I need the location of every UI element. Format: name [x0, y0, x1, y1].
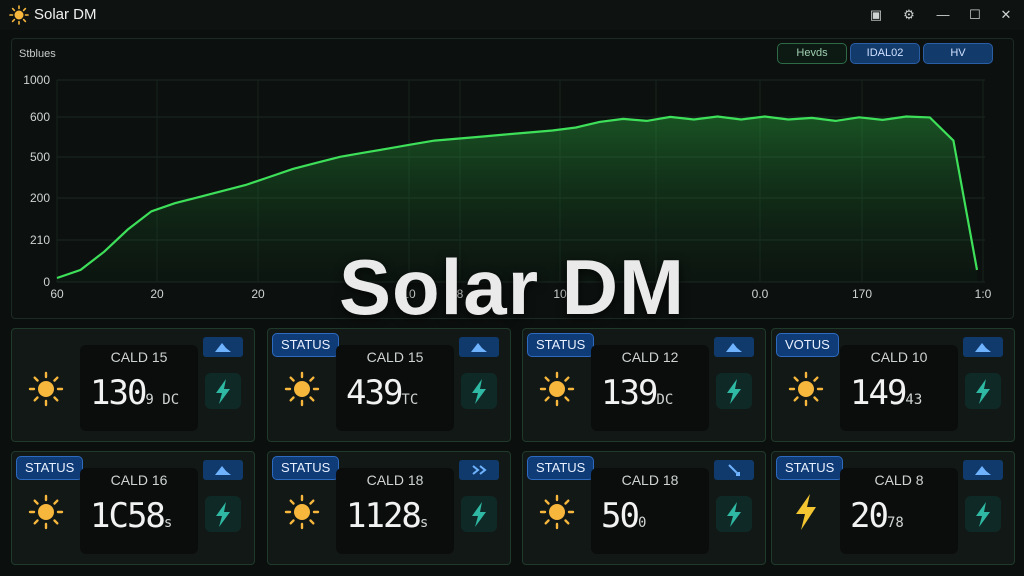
status-badge[interactable]: STATUS [776, 456, 844, 480]
bolt-icon[interactable] [205, 496, 241, 532]
readout-value: 439TC [346, 373, 419, 413]
readout-panel: CALD 15 439TC [336, 345, 454, 431]
status-badge[interactable]: STATUS [16, 456, 84, 480]
readout-suffix: 0 [637, 515, 647, 531]
bolt-icon [796, 494, 816, 530]
sun-icon [539, 371, 575, 407]
readout-suffix: 78 [886, 515, 904, 531]
trend-icon[interactable] [963, 337, 1003, 357]
readout-value: 500 [601, 496, 647, 536]
sun-icon [539, 494, 575, 530]
readout-value: 1309 DC [90, 373, 180, 413]
device-card[interactable]: STATUS CALD 16 1C58s [11, 451, 255, 565]
bolt-icon[interactable] [461, 373, 497, 409]
cald-label: CALD 16 [110, 472, 168, 488]
device-card[interactable]: CALD 15 1309 DC [11, 328, 255, 442]
device-card[interactable]: VOTUS CALD 10 14943 [771, 328, 1015, 442]
bolt-icon[interactable] [965, 496, 1001, 532]
cald-label: CALD 8 [874, 472, 924, 488]
sun-icon [284, 494, 320, 530]
readout-suffix: TC [401, 392, 419, 408]
trend-icon[interactable] [714, 337, 754, 357]
device-card[interactable]: STATUS CALD 18 500 [522, 451, 766, 565]
y-tick-label: 600 [30, 110, 50, 124]
status-badge[interactable]: VOTUS [776, 333, 839, 357]
overlay-title: Solar DM [338, 243, 686, 331]
status-badge[interactable]: STATUS [272, 333, 340, 357]
readout-value: 1128s [346, 496, 429, 536]
readout-value: 139DC [601, 373, 674, 413]
readout-suffix: DC [656, 392, 674, 408]
readout-suffix: s [163, 515, 173, 531]
cald-label: CALD 12 [621, 349, 679, 365]
trend-icon[interactable] [963, 460, 1003, 480]
y-tick-label: 500 [30, 150, 50, 164]
cald-label: CALD 10 [870, 349, 928, 365]
status-badge[interactable]: STATUS [527, 456, 595, 480]
cald-label: CALD 18 [366, 472, 424, 488]
readout-value: 2078 [850, 496, 904, 536]
y-tick-label: 1000 [23, 73, 50, 87]
bolt-icon[interactable] [716, 373, 752, 409]
readout-value: 14943 [850, 373, 923, 413]
device-card[interactable]: STATUS CALD 12 139DC [522, 328, 766, 442]
cald-label: CALD 18 [621, 472, 679, 488]
readout-panel: CALD 8 2078 [840, 468, 958, 554]
readout-panel: CALD 18 500 [591, 468, 709, 554]
readout-value: 1C58s [90, 496, 173, 536]
bolt-icon[interactable] [716, 496, 752, 532]
device-card[interactable]: STATUS CALD 15 439TC [267, 328, 511, 442]
readout-suffix: 43 [905, 392, 923, 408]
device-card[interactable]: STATUS CALD 18 1128s [267, 451, 511, 565]
trend-icon[interactable] [203, 460, 243, 480]
sun-icon [28, 371, 64, 407]
sun-icon [28, 494, 64, 530]
bolt-icon[interactable] [965, 373, 1001, 409]
sun-icon [284, 371, 320, 407]
cald-label: CALD 15 [366, 349, 424, 365]
trend-icon[interactable] [459, 337, 499, 357]
readout-panel: CALD 16 1C58s [80, 468, 198, 554]
trend-icon[interactable] [714, 460, 754, 480]
trend-icon[interactable] [459, 460, 499, 480]
readout-panel: CALD 18 1128s [336, 468, 454, 554]
cald-label: CALD 15 [110, 349, 168, 365]
readout-suffix: 9 DC [145, 392, 180, 408]
trend-icon[interactable] [203, 337, 243, 357]
y-tick-label: 200 [30, 191, 50, 205]
readout-suffix: s [419, 515, 429, 531]
bolt-icon[interactable] [461, 496, 497, 532]
status-badge[interactable]: STATUS [527, 333, 595, 357]
sun-icon [788, 371, 824, 407]
device-card[interactable]: STATUS CALD 8 2078 [771, 451, 1015, 565]
readout-panel: CALD 12 139DC [591, 345, 709, 431]
bolt-icon[interactable] [205, 373, 241, 409]
readout-panel: CALD 15 1309 DC [80, 345, 198, 431]
status-badge[interactable]: STATUS [272, 456, 340, 480]
readout-panel: CALD 10 14943 [840, 345, 958, 431]
